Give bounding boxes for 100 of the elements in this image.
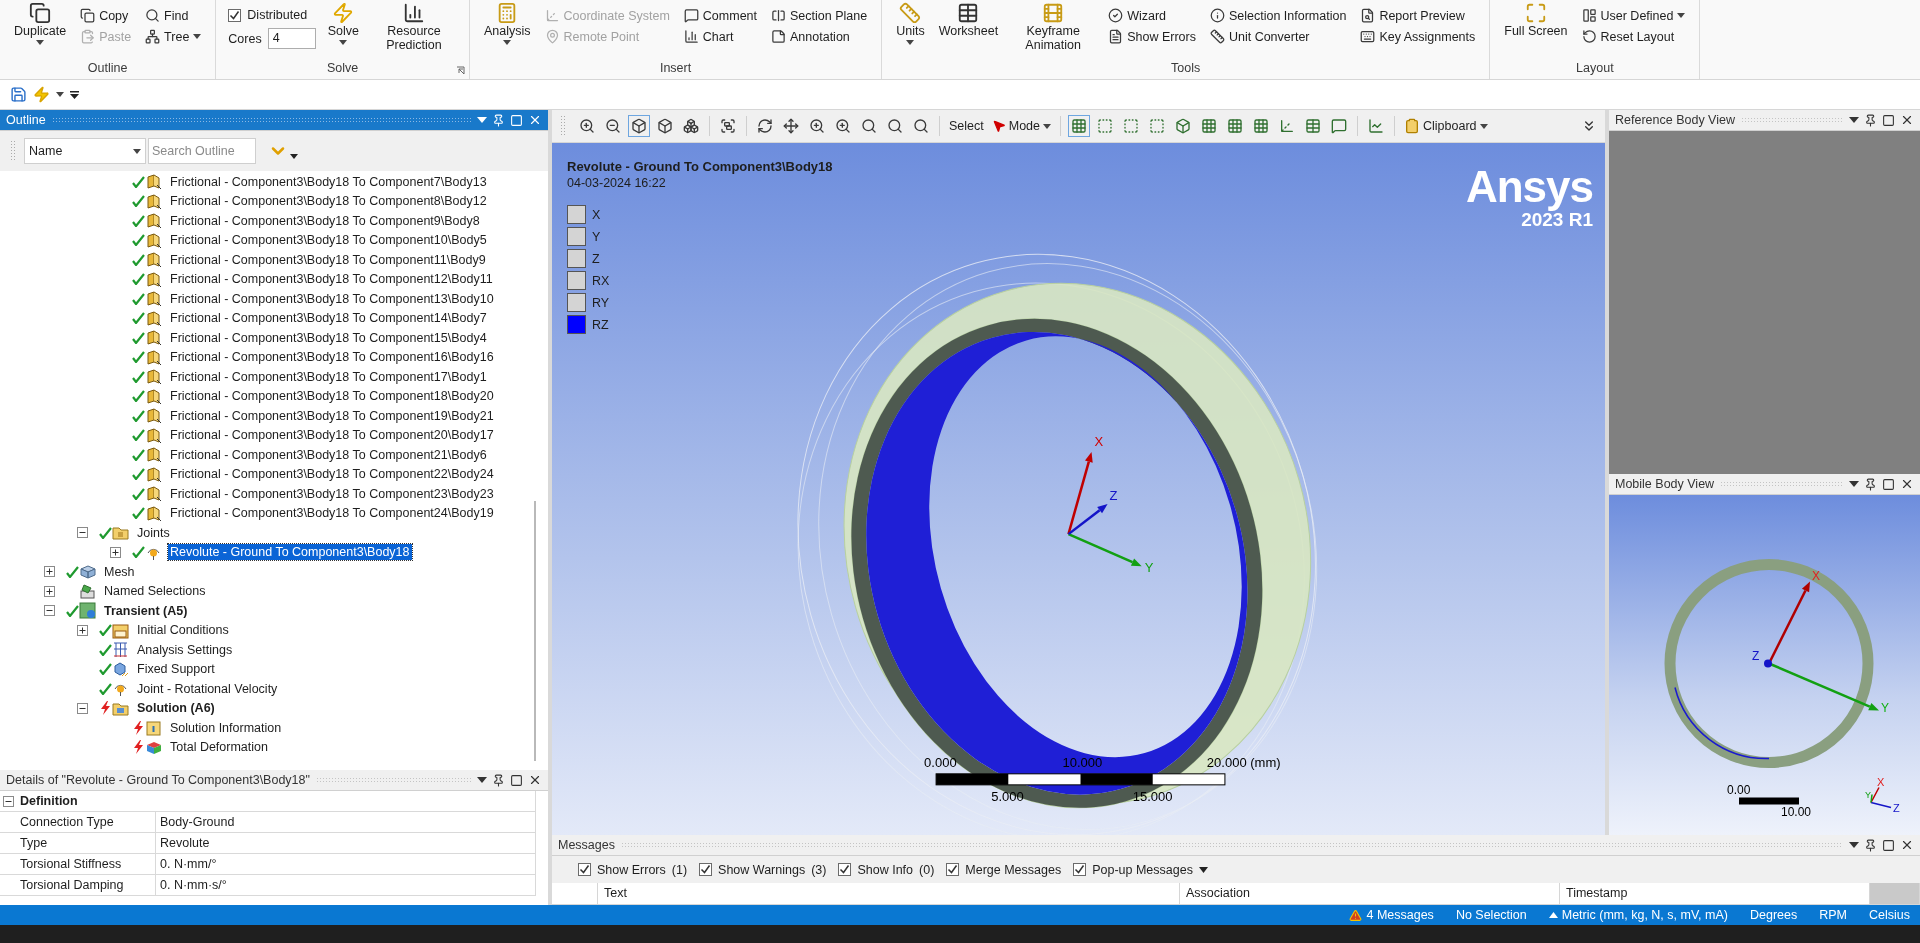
tree-item[interactable]: Frictional - Component3\Body18 To Component10\Body5 [168,232,489,249]
maximize-icon[interactable] [510,773,523,787]
ribbon-large-button[interactable]: Units [894,0,927,61]
checkbox[interactable] [1073,863,1087,876]
zoom-in-icon[interactable] [809,118,825,134]
ribbon-button[interactable]: Key Assignments [1358,29,1478,44]
3d-viewport[interactable]: X Y Z 0.000 10.000 20.000 (mm) 5.000 15.000 Revolute - Ground To Component3\Body18 04-03-2024 16:22 X Y Z RX RY RZ Ansys 2023 R1 [552,143,1605,835]
expand-toggle[interactable] [77,624,88,636]
tree-item[interactable]: Initial Conditions [135,622,231,639]
pin-icon[interactable] [1864,477,1877,491]
checkbox[interactable] [578,863,591,876]
tree-item[interactable]: Total Deformation [168,739,270,756]
ribbon-large-button[interactable]: Solve [325,0,361,61]
pin-icon[interactable] [1864,113,1877,127]
maximize-icon[interactable] [1882,113,1895,127]
expand-toggle[interactable] [44,605,55,617]
close-icon[interactable] [1900,113,1914,127]
dropdown-icon[interactable] [477,777,487,783]
caret-icon[interactable] [290,153,298,159]
tree-item[interactable]: Frictional - Component3\Body18 To Component23\Body23 [168,485,496,502]
rotate-icon[interactable] [757,118,773,134]
line-chart-icon[interactable] [1368,118,1385,134]
temperature-unit[interactable]: Celsius [1869,908,1910,922]
search-field[interactable]: Search Outline [148,138,256,164]
grid-icon[interactable] [1227,118,1244,134]
ribbon-button[interactable]: Reset Layout [1579,29,1688,44]
pin-icon[interactable] [1864,838,1877,852]
grid-icon[interactable] [1253,118,1270,134]
search-icon[interactable] [861,118,877,134]
checkbox[interactable] [228,8,242,22]
tree-item[interactable]: Named Selections [102,583,208,600]
tree-item[interactable]: Frictional - Component3\Body18 To Component22\Body24 [168,466,496,483]
ribbon-button[interactable]: Copy [78,8,134,23]
caret-icon[interactable] [1198,866,1208,873]
tree-item[interactable]: Frictional - Component3\Body18 To Component21\Body6 [168,446,489,463]
ribbon-large-button[interactable]: Resource Prediction [370,0,457,61]
tree-item[interactable]: Frictional - Component3\Body18 To Component16\Body16 [168,349,496,366]
cube-icon[interactable] [657,118,673,134]
close-icon[interactable] [1900,477,1914,491]
dropdown-icon[interactable] [56,92,64,97]
tree-item[interactable]: Solution Information [168,719,284,736]
tree-item[interactable]: Solution (A6) [135,700,217,717]
expand-toggle[interactable] [77,702,88,714]
expand-toggle[interactable] [77,527,88,539]
scrollbar[interactable] [534,501,536,761]
move-icon[interactable] [783,118,799,134]
speech-bubble-icon[interactable] [1331,118,1348,134]
close-icon[interactable] [528,773,542,787]
tree-item[interactable]: Frictional - Component3\Body18 To Component17\Body1 [168,368,489,385]
tree-item[interactable]: Frictional - Component3\Body18 To Component19\Body21 [168,407,496,424]
ribbon-large-button[interactable]: Analysis [481,0,533,61]
zoom-out-icon[interactable] [605,118,621,134]
tree-item[interactable]: Frictional - Component3\Body18 To Component14\Body7 [168,310,489,327]
ribbon-button[interactable]: Show Errors [1106,29,1198,44]
tree-item[interactable]: Frictional - Component3\Body18 To Component15\Body4 [168,329,489,346]
search-icon[interactable] [913,118,929,134]
ribbon-button[interactable]: Comment [681,8,759,23]
unit-system-button[interactable]: Metric (mm, kg, N, s, mV, mA) [1548,908,1728,922]
expand-toggle[interactable] [44,585,55,597]
search-icon[interactable] [887,118,903,134]
checkbox[interactable] [946,863,960,876]
group-icon[interactable] [720,118,736,134]
tree-item[interactable]: Joints [135,524,172,541]
property-value[interactable]: Revolute [156,833,536,854]
maximize-icon[interactable] [1882,838,1895,852]
tree-item[interactable]: Frictional - Component3\Body18 To Component12\Body11 [168,271,495,288]
tree-item[interactable]: Frictional - Component3\Body18 To Component8\Body12 [168,193,489,210]
ribbon-large-button[interactable]: Duplicate [12,0,69,61]
grid-icon[interactable] [1201,118,1218,134]
ribbon-button[interactable]: Annotation [769,29,870,44]
tree-item[interactable]: Mesh [102,563,137,580]
tree-item[interactable]: Frictional - Component3\Body18 To Component13\Body10 [168,290,496,307]
select-button[interactable]: Select [947,119,986,133]
tree-item[interactable]: Frictional - Component3\Body18 To Component7\Body13 [168,173,489,190]
clipboard-button[interactable]: Clipboard [1402,118,1490,134]
table-icon[interactable] [1305,118,1322,134]
maximize-icon[interactable] [1882,477,1895,491]
ribbon-button[interactable]: Chart [681,29,759,44]
pin-icon[interactable] [492,773,505,787]
dropdown-icon[interactable] [1849,117,1859,123]
tree-item[interactable]: Frictional - Component3\Body18 To Component18\Body20 [168,388,496,405]
filter-dropdown[interactable]: Name [24,138,146,164]
dropdown-icon[interactable] [1849,481,1859,487]
ribbon-button[interactable]: Section Plane [769,8,870,23]
expand-toggle[interactable] [44,566,55,578]
save-icon[interactable] [10,86,27,103]
speed-unit[interactable]: RPM [1819,908,1847,922]
ribbon-large-button[interactable]: Worksheet [936,0,1001,61]
tree-item[interactable]: Analysis Settings [135,641,235,658]
angle-unit[interactable]: Degrees [1749,908,1798,922]
tree-item[interactable]: Revolute - Ground To Component3\Body18 [168,544,412,561]
dropdown-icon[interactable] [1849,842,1859,848]
expand-toggle[interactable] [110,546,121,558]
ribbon-button[interactable]: Find [143,8,204,23]
input-field[interactable]: 4 [267,28,316,49]
ribbon-button[interactable]: Unit Converter [1207,29,1349,44]
tree-item[interactable]: Frictional - Component3\Body18 To Component11\Body9 [168,251,488,268]
tree-item[interactable]: Joint - Rotational Velocity [135,680,280,697]
ribbon-button[interactable]: Tree [143,29,204,44]
ribbon-button[interactable]: Report Preview [1358,8,1478,23]
